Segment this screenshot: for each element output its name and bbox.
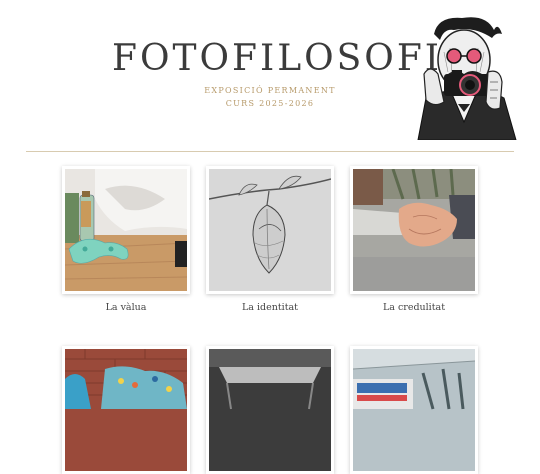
gallery-photo[interactable]	[65, 349, 187, 471]
gallery-card-3[interactable]	[350, 166, 478, 294]
gallery-photo[interactable]	[353, 169, 475, 291]
gallery-photo[interactable]	[353, 349, 475, 471]
gallery-photo[interactable]	[209, 349, 331, 471]
gallery-caption-1[interactable]: La vàlua	[56, 302, 196, 313]
gallery-caption-3[interactable]: La credulitat	[344, 302, 484, 313]
gallery-photo[interactable]	[209, 169, 331, 291]
gallery-caption-2[interactable]: La identitat	[200, 302, 340, 313]
gallery-photo[interactable]	[65, 169, 187, 291]
gallery-card-6[interactable]	[350, 346, 478, 474]
gallery-card-5[interactable]	[206, 346, 334, 474]
course-label: CURS 2025-2026	[225, 99, 315, 108]
gallery-card-2[interactable]	[206, 166, 334, 294]
gallery-card-1[interactable]	[62, 166, 190, 294]
header-divider	[26, 151, 514, 152]
photographer-illustration-icon	[404, 12, 530, 141]
exhibition-label: EXPOSICIÓ PERMANENT	[204, 86, 336, 95]
site-header: FOTOFILOSOFIA EXPOSICIÓ PERMANENT CURS 2…	[0, 0, 540, 150]
gallery-card-4[interactable]	[62, 346, 190, 474]
